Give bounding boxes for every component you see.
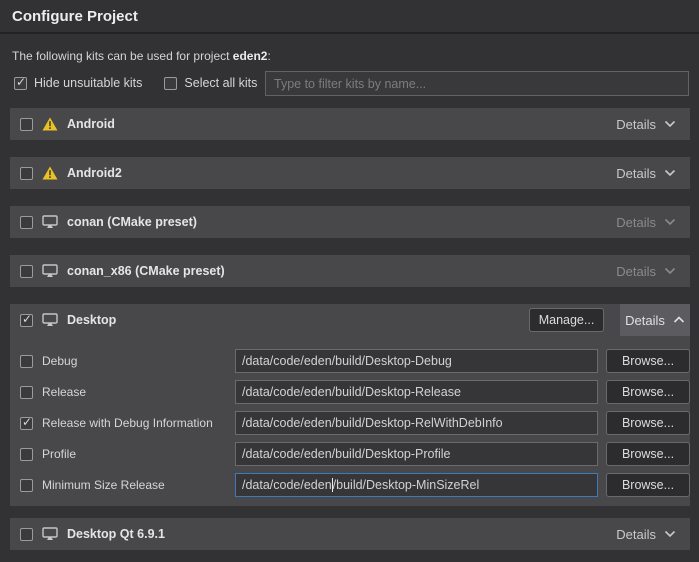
build-config-row-debug: Debug Browse... xyxy=(10,349,690,373)
config-label: Debug xyxy=(42,354,77,368)
kit-name: Desktop Qt 6.9.1 xyxy=(67,527,165,541)
config-label: Minimum Size Release xyxy=(42,478,165,492)
hide-unsuitable-checkbox[interactable] xyxy=(14,77,27,90)
build-dir-input[interactable] xyxy=(235,411,598,435)
build-dir-input-focused[interactable]: /data/code/eden/build/Desktop-MinSizeRel xyxy=(235,473,598,497)
kit-row-desktop-qt[interactable]: Desktop Qt 6.9.1 Details xyxy=(10,518,690,550)
intro-prefix: The following kits can be used for proje… xyxy=(12,49,233,63)
config-checkbox[interactable] xyxy=(20,479,33,492)
monitor-icon xyxy=(42,215,58,229)
kit-row-android[interactable]: Android Details xyxy=(10,108,690,140)
browse-button[interactable]: Browse... xyxy=(606,473,690,497)
browse-button[interactable]: Browse... xyxy=(606,442,690,466)
details-label: Details xyxy=(616,527,656,542)
details-label: Details xyxy=(616,117,656,132)
build-dir-input[interactable] xyxy=(235,349,598,373)
kit-name: Android2 xyxy=(67,166,122,180)
chevron-down-icon xyxy=(664,267,676,275)
kit-checkbox[interactable] xyxy=(20,314,33,327)
kit-checkbox[interactable] xyxy=(20,265,33,278)
details-toggle-expanded[interactable]: Details xyxy=(620,304,690,336)
build-config-row-profile: Profile Browse... xyxy=(10,442,690,466)
kit-checkbox[interactable] xyxy=(20,216,33,229)
build-dir-input[interactable] xyxy=(235,442,598,466)
kit-name: Android xyxy=(67,117,115,131)
config-label: Profile xyxy=(42,447,76,461)
kit-checkbox[interactable] xyxy=(20,528,33,541)
details-toggle[interactable]: Details xyxy=(616,264,676,279)
select-all-checkbox[interactable] xyxy=(164,77,177,90)
chevron-up-icon xyxy=(673,316,685,324)
kit-row-conan[interactable]: conan (CMake preset) Details xyxy=(10,206,690,238)
config-checkbox[interactable] xyxy=(20,417,33,430)
kit-row-conan-x86[interactable]: conan_x86 (CMake preset) Details xyxy=(10,255,690,287)
select-all-label[interactable]: Select all kits xyxy=(184,76,257,90)
page-title: Configure Project xyxy=(12,8,138,25)
kit-block-desktop: Desktop Manage... Details Debug Browse..… xyxy=(10,304,690,506)
path-text-before-caret: /data/code/eden xyxy=(242,478,332,492)
project-name: eden2 xyxy=(233,49,268,63)
kit-checkbox[interactable] xyxy=(20,167,33,180)
kit-filter-input[interactable] xyxy=(265,71,689,96)
build-config-row-minsizerel: Minimum Size Release /data/code/eden/bui… xyxy=(10,473,690,497)
build-dir-input[interactable] xyxy=(235,380,598,404)
config-label: Release with Debug Information xyxy=(42,416,213,430)
details-label: Details xyxy=(616,264,656,279)
details-toggle[interactable]: Details xyxy=(616,166,676,181)
kit-checkbox[interactable] xyxy=(20,118,33,131)
details-toggle[interactable]: Details xyxy=(616,215,676,230)
path-text-after-caret: /build/Desktop-MinSizeRel xyxy=(333,478,480,492)
intro-text: The following kits can be used for proje… xyxy=(12,49,271,63)
monitor-icon xyxy=(42,527,58,541)
details-toggle[interactable]: Details xyxy=(616,117,676,132)
chevron-down-icon xyxy=(664,169,676,177)
kit-name: conan_x86 (CMake preset) xyxy=(67,264,225,278)
kit-filter-controls: Hide unsuitable kits Select all kits xyxy=(14,76,257,90)
build-config-row-relwithdebinfo: Release with Debug Information Browse... xyxy=(10,411,690,435)
hide-unsuitable-label[interactable]: Hide unsuitable kits xyxy=(34,76,142,90)
kit-name: Desktop xyxy=(67,313,116,327)
browse-button[interactable]: Browse... xyxy=(606,411,690,435)
config-checkbox[interactable] xyxy=(20,448,33,461)
config-checkbox[interactable] xyxy=(20,386,33,399)
warning-icon xyxy=(42,166,58,180)
browse-button[interactable]: Browse... xyxy=(606,349,690,373)
monitor-icon xyxy=(42,313,58,327)
kit-row-android2[interactable]: Android2 Details xyxy=(10,157,690,189)
chevron-down-icon xyxy=(664,218,676,226)
kit-name: conan (CMake preset) xyxy=(67,215,197,229)
warning-icon xyxy=(42,117,58,131)
details-label: Details xyxy=(616,166,656,181)
browse-button[interactable]: Browse... xyxy=(606,380,690,404)
chevron-down-icon xyxy=(664,530,676,538)
build-config-row-release: Release Browse... xyxy=(10,380,690,404)
details-label: Details xyxy=(625,313,665,328)
manage-kits-button[interactable]: Manage... xyxy=(529,308,604,332)
details-toggle[interactable]: Details xyxy=(616,527,676,542)
config-label: Release xyxy=(42,385,86,399)
intro-suffix: : xyxy=(267,49,270,63)
monitor-icon xyxy=(42,264,58,278)
config-checkbox[interactable] xyxy=(20,355,33,368)
title-separator xyxy=(0,32,699,34)
details-label: Details xyxy=(616,215,656,230)
chevron-down-icon xyxy=(664,120,676,128)
